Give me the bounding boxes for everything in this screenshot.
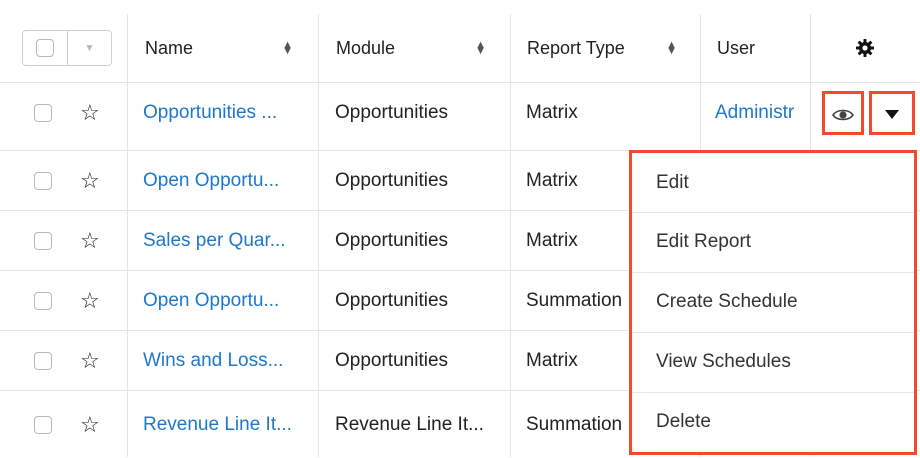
row-module: Opportunities: [335, 230, 449, 251]
star-icon[interactable]: ☆: [80, 348, 100, 374]
header-module-label: Module: [336, 37, 396, 58]
header-name[interactable]: Name ▲ ▼: [145, 14, 305, 82]
table-row: ☆ Opportunities ... Opportunities Matrix…: [0, 82, 920, 143]
menu-item-edit-report[interactable]: Edit Report: [632, 212, 914, 272]
favorite-star[interactable]: ☆: [80, 211, 106, 271]
row-name-link[interactable]: Open Opportu...: [143, 271, 313, 331]
row-checkbox[interactable]: [34, 415, 52, 434]
row-checkbox-cell[interactable]: [34, 83, 54, 143]
row-module: Opportunities: [335, 290, 449, 311]
row-checkbox[interactable]: [34, 232, 52, 250]
row-name-link[interactable]: Sales per Quar...: [143, 211, 313, 271]
row-report-type: Summation: [526, 290, 623, 311]
row-report-type: Matrix: [526, 102, 578, 123]
caret-down-icon[interactable]: [885, 110, 899, 119]
row-module: Opportunities: [335, 102, 449, 123]
select-all-checkbox[interactable]: [36, 39, 54, 57]
row-checkbox-cell[interactable]: [34, 391, 54, 458]
eye-icon[interactable]: [832, 108, 854, 122]
table-header: ▼ Name ▲ ▼ Module ▲ ▼ Report Type ▲ ▼ User: [0, 14, 920, 82]
favorite-star[interactable]: ☆: [80, 271, 106, 331]
star-icon[interactable]: ☆: [80, 412, 100, 438]
row-checkbox[interactable]: [34, 172, 52, 190]
star-icon[interactable]: ☆: [80, 228, 100, 254]
preview-button[interactable]: [822, 91, 864, 135]
header-module[interactable]: Module ▲ ▼: [336, 14, 498, 82]
row-checkbox-cell[interactable]: [34, 271, 54, 331]
menu-item-create-schedule[interactable]: Create Schedule: [632, 272, 914, 332]
header-name-label: Name: [145, 37, 194, 58]
row-checkbox[interactable]: [34, 352, 52, 370]
star-icon[interactable]: ☆: [80, 288, 100, 314]
header-user[interactable]: User: [717, 14, 807, 82]
row-module: Opportunities: [335, 170, 449, 191]
row-module: Revenue Line It...: [335, 413, 484, 435]
row-checkbox[interactable]: [34, 292, 52, 310]
row-name-link[interactable]: Revenue Line It...: [143, 391, 313, 458]
row-module: Opportunities: [335, 350, 449, 371]
mass-select-caret-icon[interactable]: ▼: [68, 43, 111, 54]
row-checkbox-cell[interactable]: [34, 331, 54, 391]
mass-select-control[interactable]: ▼: [22, 30, 112, 66]
row-checkbox-cell[interactable]: [34, 151, 54, 211]
row-name-link[interactable]: Open Opportu...: [143, 151, 313, 211]
row-actions-dropdown-button[interactable]: [869, 91, 915, 135]
sort-icon[interactable]: ▲ ▼: [475, 40, 486, 57]
row-name-link[interactable]: Opportunities ...: [143, 83, 313, 143]
menu-item-view-schedules[interactable]: View Schedules: [632, 332, 914, 392]
row-user-link[interactable]: Administr: [715, 83, 807, 143]
row-checkbox-cell[interactable]: [34, 211, 54, 271]
row-report-type: Matrix: [526, 350, 578, 371]
menu-item-edit[interactable]: Edit: [632, 153, 914, 213]
sort-icon[interactable]: ▲ ▼: [282, 40, 293, 57]
gear-icon[interactable]: [855, 38, 875, 58]
header-user-label: User: [717, 37, 756, 58]
sort-icon[interactable]: ▲ ▼: [666, 40, 677, 57]
header-report-type[interactable]: Report Type ▲ ▼: [527, 14, 689, 82]
column-settings-button[interactable]: [810, 14, 920, 82]
row-name-link[interactable]: Wins and Loss...: [143, 331, 313, 391]
row-report-type: Matrix: [526, 170, 578, 191]
header-report-type-label: Report Type: [527, 37, 625, 58]
row-report-type: Summation: [526, 413, 623, 435]
star-icon[interactable]: ☆: [80, 100, 100, 126]
favorite-star[interactable]: ☆: [80, 331, 106, 391]
row-checkbox[interactable]: [34, 104, 52, 122]
favorite-star[interactable]: ☆: [80, 391, 106, 458]
favorite-star[interactable]: ☆: [80, 83, 106, 143]
menu-item-delete[interactable]: Delete: [632, 392, 914, 452]
favorite-star[interactable]: ☆: [80, 151, 106, 211]
row-report-type: Matrix: [526, 230, 578, 251]
star-icon[interactable]: ☆: [80, 168, 100, 194]
row-actions-menu: Edit Edit Report Create Schedule View Sc…: [629, 150, 917, 455]
